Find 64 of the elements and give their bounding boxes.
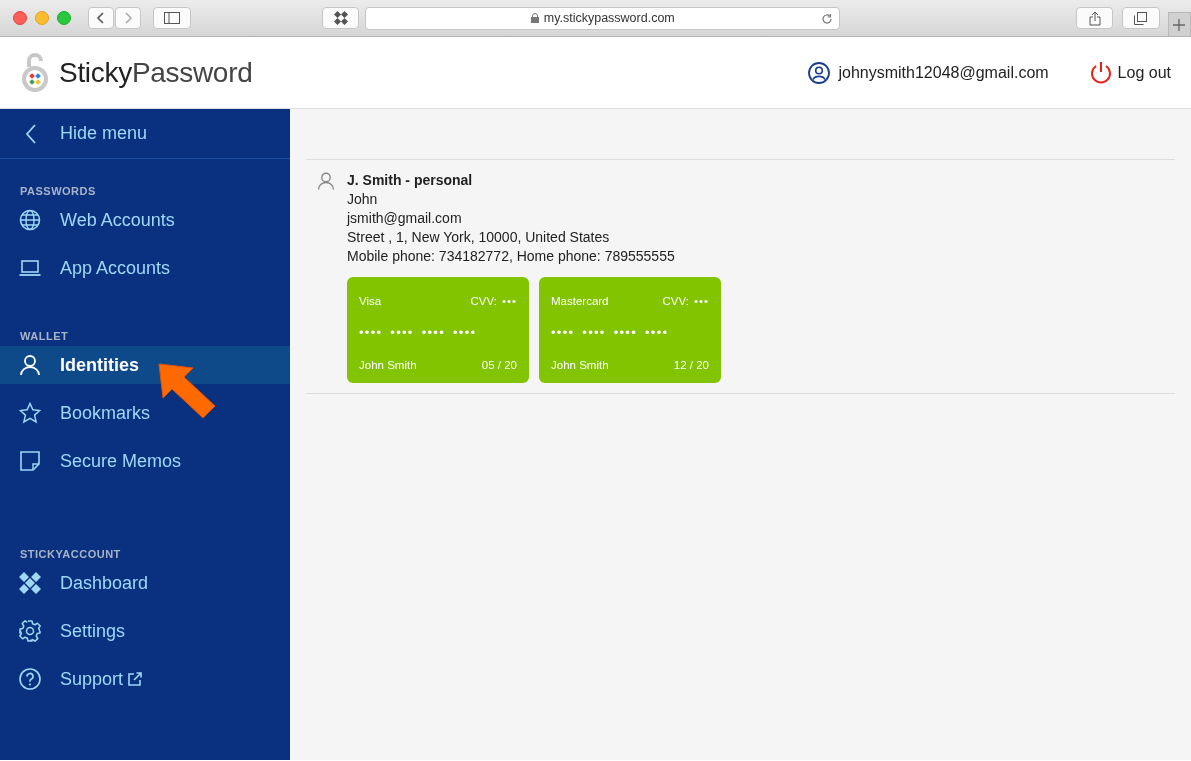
card-number-mask: •••• •••• •••• ••••: [359, 324, 478, 342]
card-holder: John Smith: [551, 358, 609, 373]
sidebar-item[interactable]: Settings: [0, 612, 290, 650]
forward-button[interactable]: [115, 7, 141, 29]
cvv-mask: •••: [501, 294, 517, 309]
card-expiry: 12 / 20: [673, 358, 709, 373]
sidebar-item[interactable]: Identities: [0, 346, 290, 384]
gear-icon: [19, 620, 41, 642]
identity-detail: John: [347, 190, 379, 209]
section-heading: WALLET: [19, 330, 70, 342]
logo-text: StickyPassword: [59, 56, 253, 89]
tabs-button[interactable]: [1122, 7, 1160, 29]
user-icon: [19, 354, 41, 376]
cvv-label: CVV:: [470, 294, 497, 309]
identity-detail: jsmith@gmail.com: [347, 209, 463, 228]
section-heading: PASSWORDS: [19, 185, 97, 197]
share-button[interactable]: [1076, 7, 1114, 29]
close-button[interactable]: [13, 11, 27, 25]
globe-icon: [19, 209, 41, 231]
sidebar-item[interactable]: Support: [0, 660, 290, 698]
diamonds-icon: [19, 572, 41, 594]
back-button[interactable]: [88, 7, 114, 29]
identity-detail: Mobile phone: 734182772, Home phone: 789555555: [347, 247, 676, 266]
new-tab-button[interactable]: [1167, 12, 1191, 36]
plus-icon: [1173, 18, 1186, 31]
card-type: Mastercard: [551, 294, 609, 309]
minimize-button[interactable]: [35, 11, 49, 25]
identity-title[interactable]: J. Smith - personal: [347, 171, 721, 190]
card-type: Visa: [359, 294, 382, 309]
star-icon: [19, 402, 41, 424]
reload-icon[interactable]: [821, 12, 834, 25]
power-icon: [1088, 60, 1113, 85]
extension-button[interactable]: [322, 7, 360, 29]
address-bar[interactable]: my.stickypassword.com: [365, 6, 841, 30]
cvv-mask: •••: [693, 294, 709, 309]
sidebar-toggle-button[interactable]: [153, 7, 192, 29]
note-icon: [19, 450, 41, 472]
sidebar-item[interactable]: Bookmarks: [0, 394, 290, 432]
back-icon: [96, 11, 106, 25]
tabs-icon: [1134, 11, 1148, 25]
sidebar-item[interactable]: App Accounts: [0, 249, 290, 287]
section-heading: STICKYACCOUNT: [19, 548, 122, 560]
card-number-mask: •••• •••• •••• ••••: [551, 324, 670, 342]
user-icon: [808, 61, 831, 84]
identity-detail: Street , 1, New York, 10000, United States: [347, 228, 611, 247]
lock-icon: [530, 13, 539, 23]
account-link[interactable]: johnysmith12048@gmail.com: [808, 61, 1049, 84]
sidebar-item[interactable]: Web Accounts: [0, 201, 290, 239]
card-holder: John Smith: [359, 358, 417, 373]
sidebar-icon: [164, 12, 181, 24]
chevron-left-icon: [24, 122, 38, 145]
card-expiry: 05 / 20: [481, 358, 517, 373]
user-icon: [317, 172, 335, 190]
logout-button[interactable]: Log out: [1088, 60, 1171, 85]
share-icon: [1088, 10, 1101, 26]
diamonds-icon: [333, 11, 348, 25]
sidebar-item[interactable]: Secure Memos: [0, 442, 290, 480]
sidebar-item[interactable]: Dashboard: [0, 564, 290, 602]
laptop-icon: [19, 257, 41, 279]
padlock-logo-icon: [21, 52, 49, 93]
cvv-label: CVV:: [662, 294, 689, 309]
forward-icon: [123, 11, 133, 25]
help-icon: [19, 668, 41, 690]
zoom-button[interactable]: [57, 11, 71, 25]
